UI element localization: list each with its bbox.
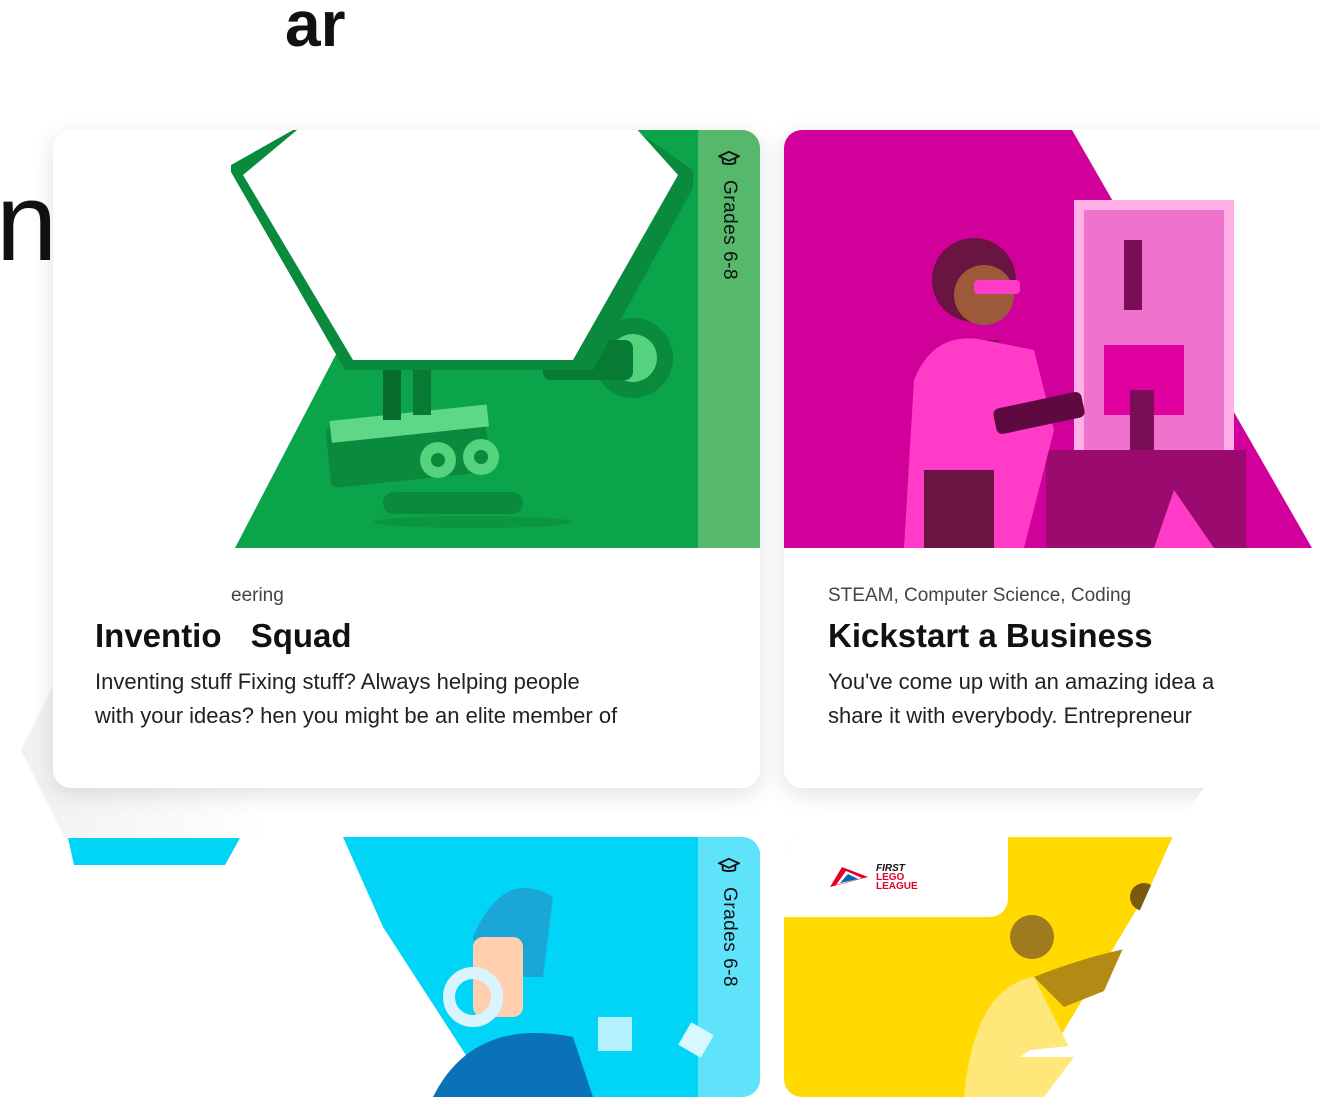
logo-line3: LEAGUE [876,880,918,892]
card-title-part-b: Squad [250,617,352,654]
grade-label: Grades 6-8 [719,180,740,281]
desc-line2-b: hen you might be an elite member of [260,703,618,728]
graduation-cap-icon [718,857,740,872]
invention-illustration [231,130,699,548]
decorative-hex-cut-left [300,788,500,1057]
grade-label: Grades 6-8 [719,887,740,988]
decorative-hex-cut-bottom [1020,780,1320,1057]
graduation-cap-icon [718,150,740,165]
card-title-part-a: Inventio [95,617,222,654]
fll-logo-icon [830,867,868,887]
card-description: Inventing stuff Fixing stuff? Always hel… [95,665,736,733]
grade-strip: Grades 6-8 [698,837,760,1097]
card-image: Grades 6-8 [53,130,760,548]
decorative-hex-cut [1200,130,1320,830]
desc-line1-a: Inventing stuff [95,669,232,694]
card-title[interactable]: Inventio Squad [95,617,736,655]
card-invention-squad[interactable]: Grades 6-8 eering Inventio Squad Inventi… [53,130,760,788]
grade-strip: Grades 6-8 [698,130,760,548]
page-heading-fragment: ar [285,0,346,48]
desc-line2-a: with your ideas? [95,703,254,728]
first-lego-league-logo: FIRST LEGO LEAGUE [784,837,1008,917]
page-heading-fragment-left: n [0,161,58,284]
desc-line1-b: Fixing stuff? Always helping people [237,669,580,694]
card-category: eering [231,585,284,606]
